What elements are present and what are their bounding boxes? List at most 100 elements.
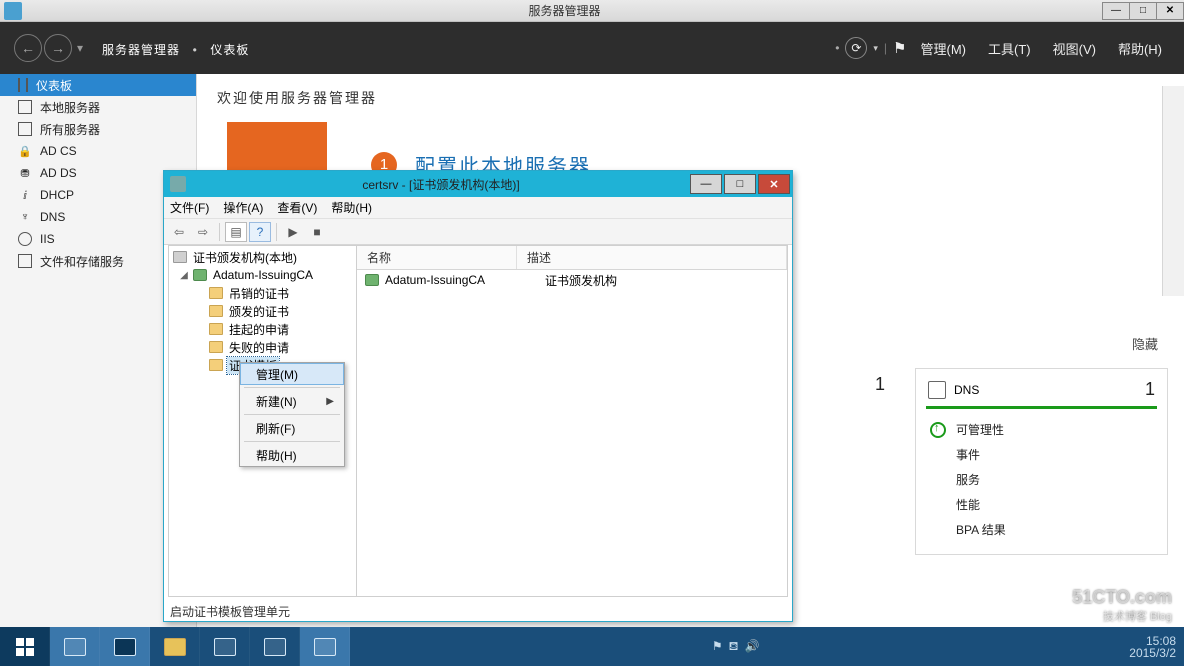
mmc-minimize-button[interactable]: — (690, 174, 722, 194)
sidebar-label: 文件和存储服务 (40, 253, 124, 270)
breadcrumb-current: 仪表板 (210, 43, 249, 57)
app-icon (264, 638, 286, 656)
ca-icon (193, 269, 207, 281)
dashboard-icon (18, 78, 28, 92)
sidebar-label: 仪表板 (36, 77, 72, 94)
breadcrumb: 服务器管理器 • 仪表板 (102, 37, 249, 60)
mmc-menu-help[interactable]: 帮助(H) (331, 199, 372, 216)
mmc-close-button[interactable]: ✕ (758, 174, 790, 194)
refresh-dropdown-icon[interactable]: ▾ (873, 43, 878, 54)
dns-tile-icon (928, 381, 946, 399)
nav-forward-button[interactable]: → (44, 34, 72, 62)
mmc-menu-action[interactable]: 操作(A) (223, 199, 263, 216)
system-tray[interactable]: ⚑ ⛾ 🔊 (704, 627, 768, 666)
toolbar-help-button[interactable]: ? (249, 222, 271, 242)
close-button[interactable]: ✕ (1156, 2, 1184, 20)
menu-manage[interactable]: 管理(M) (913, 39, 975, 58)
explorer-icon (164, 638, 186, 656)
task-powershell[interactable] (100, 627, 150, 666)
tree-issued-certs[interactable]: 颁发的证书 (169, 302, 356, 320)
mmc-menu-file[interactable]: 文件(F) (170, 199, 209, 216)
tree-revoked-certs[interactable]: 吊销的证书 (169, 284, 356, 302)
nav-history-dropdown[interactable]: ▾ (74, 41, 86, 55)
servers-icon (18, 122, 32, 136)
tray-flag-icon[interactable]: ⚑ (712, 639, 723, 655)
menu-tools[interactable]: 工具(T) (980, 39, 1039, 58)
tile-line-label[interactable]: BPA 结果 (956, 521, 1006, 538)
tree-pending-requests[interactable]: 挂起的申请 (169, 320, 356, 338)
list-row[interactable]: Adatum-IssuingCA 证书颁发机构 (357, 270, 787, 290)
col-desc[interactable]: 描述 (517, 246, 787, 269)
dns-icon: ♆ (18, 210, 32, 224)
ctx-help[interactable]: 帮助(H) (240, 444, 344, 466)
tile-count: 1 (875, 374, 885, 395)
main-toolbar: ← → ▾ 服务器管理器 • 仪表板 • ⟳ ▾ | ⚑ 管理(M) 工具(T)… (0, 22, 1184, 74)
col-name[interactable]: 名称 (357, 246, 517, 269)
sidebar-item-dashboard[interactable]: 仪表板 (0, 74, 196, 96)
tile-title: DNS (954, 383, 979, 397)
sidebar-item-all-servers[interactable]: 所有服务器 (0, 118, 196, 140)
menu-help[interactable]: 帮助(H) (1110, 39, 1170, 58)
app-icon (4, 2, 22, 20)
adds-icon: ⛃ (18, 166, 32, 180)
tile-line-label[interactable]: 服务 (956, 471, 980, 488)
menu-view[interactable]: 视图(V) (1045, 39, 1104, 58)
clock[interactable]: 15:082015/3/2 (1121, 627, 1184, 666)
task-certsrv[interactable] (300, 627, 350, 666)
tree-failed-requests[interactable]: 失败的申请 (169, 338, 356, 356)
tree-root[interactable]: 证书颁发机构(本地) (169, 248, 356, 266)
main-title: 服务器管理器 (26, 2, 1103, 19)
folder-icon (209, 305, 223, 317)
hide-link[interactable]: 隐藏 (1132, 334, 1158, 353)
task-explorer[interactable] (150, 627, 200, 666)
clock-date: 2015/3/2 (1129, 647, 1176, 659)
sidebar-label: DNS (40, 210, 65, 224)
sidebar-item-local-server[interactable]: 本地服务器 (0, 96, 196, 118)
mmc-maximize-button[interactable]: □ (724, 174, 756, 194)
ctx-separator (244, 441, 340, 442)
toolbar-back-button[interactable]: ⇦ (168, 222, 190, 242)
mmc-menu-view[interactable]: 查看(V) (277, 199, 317, 216)
folder-icon (209, 359, 223, 371)
task-app2[interactable] (250, 627, 300, 666)
collapse-icon[interactable]: ◢ (179, 270, 189, 281)
server-icon (18, 100, 32, 114)
tile-line-label[interactable]: 事件 (956, 446, 980, 463)
minimize-button[interactable]: — (1102, 2, 1130, 20)
welcome-heading: 欢迎使用服务器管理器 (217, 88, 1164, 108)
tray-sound-icon[interactable]: 🔊 (744, 639, 759, 655)
ctx-refresh[interactable]: 刷新(F) (240, 417, 344, 439)
tile-line-label[interactable]: 可管理性 (956, 421, 1004, 438)
sidebar-label: IIS (40, 232, 55, 246)
breadcrumb-root[interactable]: 服务器管理器 (102, 43, 180, 57)
nav-back-button[interactable]: ← (14, 34, 42, 62)
iis-icon (18, 232, 32, 246)
tile-line-label[interactable]: 性能 (956, 496, 980, 513)
maximize-button[interactable]: □ (1129, 2, 1157, 20)
start-button[interactable] (0, 627, 50, 666)
toolbar-forward-button[interactable]: ⇨ (192, 222, 214, 242)
scrollbar[interactable] (1162, 86, 1184, 296)
list-header: 名称 描述 (357, 246, 787, 270)
task-app[interactable] (200, 627, 250, 666)
tray-network-icon[interactable]: ⛾ (729, 639, 739, 655)
folder-icon (209, 287, 223, 299)
toolbar-stop-button[interactable]: ■ (306, 222, 328, 242)
breadcrumb-sep-icon: • (193, 43, 198, 57)
status-ok-icon (930, 422, 946, 438)
notifications-button[interactable]: ⚑ (893, 39, 906, 57)
tree-ca[interactable]: ◢Adatum-IssuingCA (169, 266, 356, 284)
sidebar-item-adcs[interactable]: 🔒AD CS (0, 140, 196, 162)
ctx-new[interactable]: 新建(N)▶ (240, 390, 344, 412)
task-server-manager[interactable] (50, 627, 100, 666)
app-icon (214, 638, 236, 656)
refresh-button[interactable]: ⟳ (845, 37, 867, 59)
context-menu: 管理(M) 新建(N)▶ 刷新(F) 帮助(H) (239, 362, 345, 467)
role-tile-dns[interactable]: DNS 1 可管理性 事件 服务 性能 BPA 结果 (915, 368, 1168, 555)
toolbar-properties-button[interactable]: ▤ (225, 222, 247, 242)
ctx-manage[interactable]: 管理(M) (240, 363, 344, 385)
adcs-icon: 🔒 (18, 144, 32, 158)
toolbar-play-button[interactable]: ▶ (282, 222, 304, 242)
mmc-list: 名称 描述 Adatum-IssuingCA 证书颁发机构 (357, 246, 787, 596)
cell-desc: 证书颁发机构 (545, 272, 617, 289)
